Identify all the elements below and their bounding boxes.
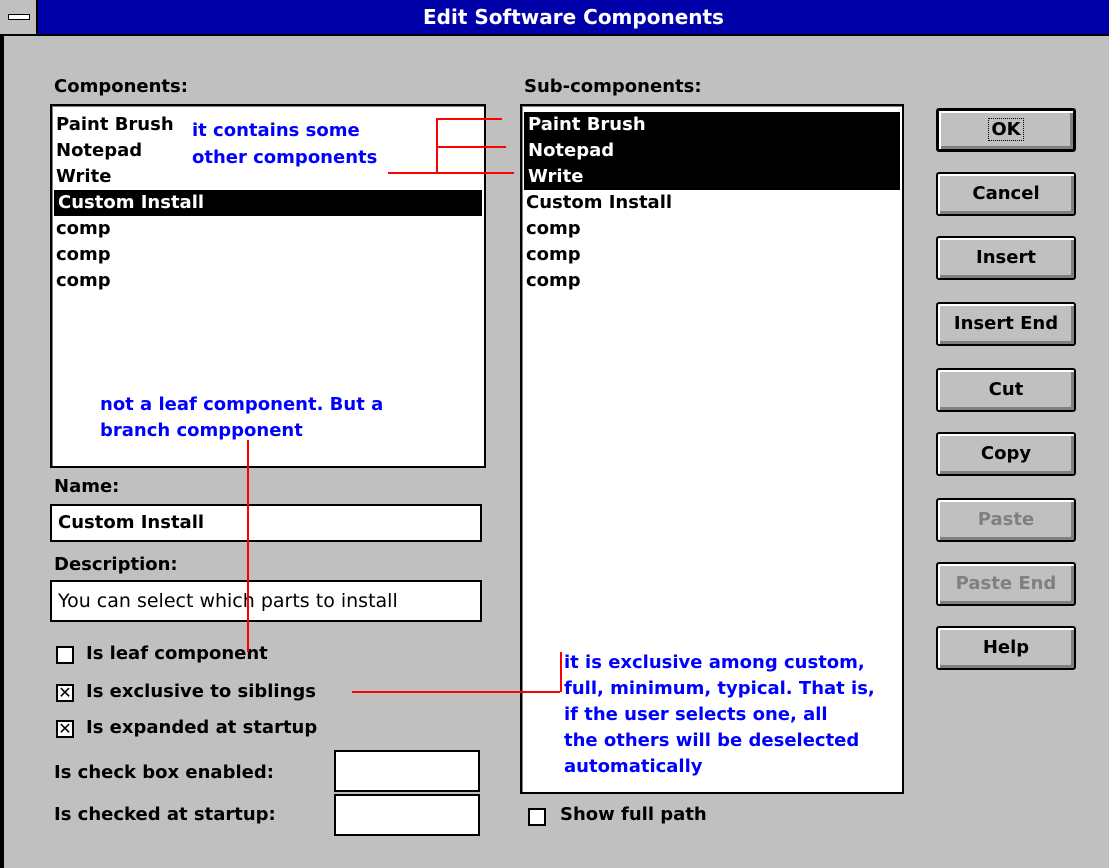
insert-end-button[interactable]: Insert End <box>936 302 1076 346</box>
list-item[interactable]: comp <box>56 216 111 242</box>
annotation-line <box>247 440 249 652</box>
expanded-checkbox-label: Is expanded at startup <box>86 717 318 738</box>
checked-at-startup-label: Is checked at startup: <box>54 804 276 825</box>
list-item-selected[interactable]: Write <box>524 164 900 190</box>
annotation-line <box>436 146 506 148</box>
insert-button[interactable]: Insert <box>936 236 1076 280</box>
list-item-selected[interactable]: Paint Brush <box>524 112 900 138</box>
list-item-selected[interactable]: Notepad <box>524 138 900 164</box>
subcomponents-label: Sub-components: <box>524 76 702 97</box>
copy-button[interactable]: Copy <box>936 432 1076 476</box>
exclusive-checkbox-label: Is exclusive to siblings <box>86 681 317 702</box>
window-title: Edit Software Components <box>423 5 724 29</box>
paste-end-button[interactable]: Paste End <box>936 562 1076 606</box>
exclusive-checkbox[interactable]: ✕ <box>56 684 74 702</box>
list-item[interactable]: Notepad <box>56 138 142 164</box>
system-menu-icon[interactable] <box>0 0 38 34</box>
paste-button[interactable]: Paste <box>936 498 1076 542</box>
components-label: Components: <box>54 76 188 97</box>
checkbox-enabled-field[interactable] <box>334 750 480 792</box>
name-field[interactable]: Custom Install <box>50 504 482 542</box>
leaf-checkbox[interactable] <box>56 646 74 664</box>
annotation-branch-2: branch compponent <box>100 420 303 441</box>
leaf-checkbox-label: Is leaf component <box>86 643 268 664</box>
expanded-checkbox[interactable]: ✕ <box>56 720 74 738</box>
annotation-exclusive-5: automatically <box>564 756 703 777</box>
help-button[interactable]: Help <box>936 626 1076 670</box>
show-full-path-checkbox[interactable] <box>528 808 546 826</box>
list-item[interactable]: comp <box>526 268 581 294</box>
list-item[interactable]: Write <box>56 164 111 190</box>
description-label: Description: <box>54 554 178 575</box>
list-item[interactable]: comp <box>56 242 111 268</box>
list-item[interactable]: comp <box>56 268 111 294</box>
annotation-line <box>436 118 502 120</box>
list-item[interactable]: comp <box>526 242 581 268</box>
description-field[interactable]: You can select which parts to install <box>50 580 482 622</box>
list-item[interactable]: Custom Install <box>526 190 672 216</box>
name-label: Name: <box>54 476 120 497</box>
cut-button[interactable]: Cut <box>936 368 1076 412</box>
annotation-line <box>388 172 514 174</box>
list-item[interactable]: comp <box>526 216 581 242</box>
annotation-exclusive-4: the others will be deselected <box>564 730 860 751</box>
checkbox-enabled-label: Is check box enabled: <box>54 762 274 783</box>
cancel-button[interactable]: Cancel <box>936 172 1076 216</box>
show-full-path-label: Show full path <box>560 804 707 825</box>
annotation-exclusive-3: if the user selects one, all <box>564 704 828 725</box>
annotation-contains-2: other components <box>192 147 378 168</box>
annotation-branch-1: not a leaf component. But a <box>100 394 384 415</box>
annotation-line <box>560 652 562 692</box>
checked-at-startup-field[interactable] <box>334 794 480 836</box>
annotation-contains-1: it contains some <box>192 120 360 141</box>
annotation-line <box>352 691 560 693</box>
annotation-exclusive-2: full, minimum, typical. That is, <box>564 678 875 699</box>
ok-button[interactable]: OK <box>936 108 1076 152</box>
list-item-selected[interactable]: Custom Install <box>54 190 482 216</box>
window-frame <box>0 36 4 868</box>
list-item[interactable]: Paint Brush <box>56 112 174 138</box>
annotation-exclusive-1: it is exclusive among custom, <box>564 652 865 673</box>
